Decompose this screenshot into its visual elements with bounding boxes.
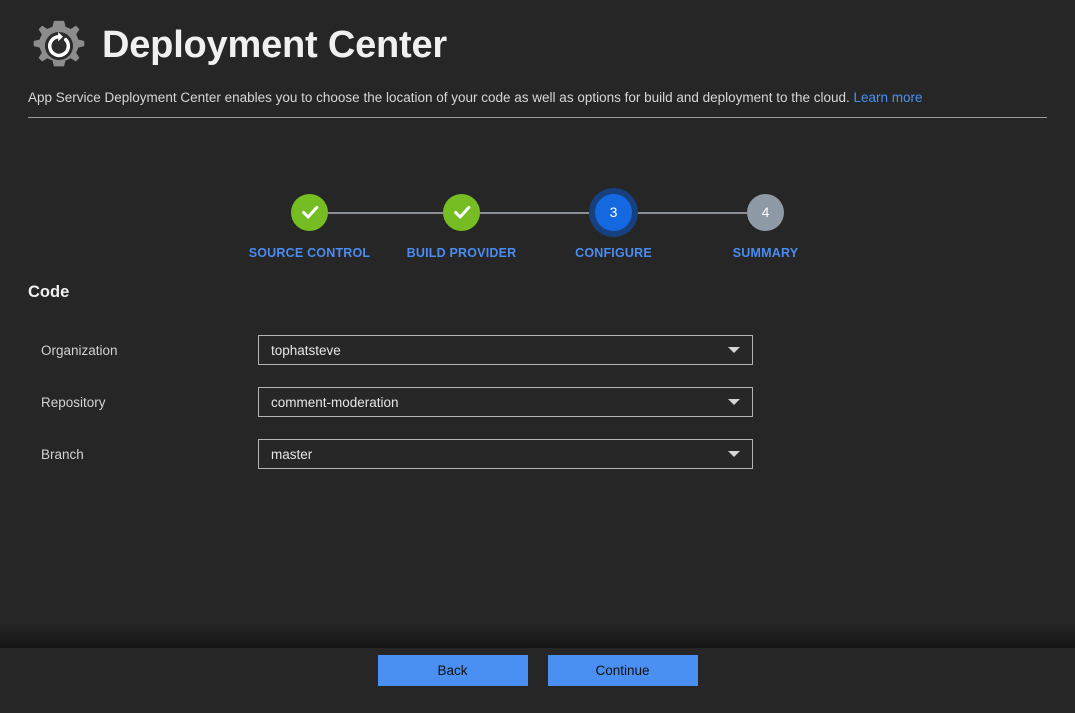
label-organization: Organization bbox=[41, 342, 118, 358]
wizard-stepper: SOURCE CONTROL BUILD PROVIDER 3 CONFIGUR… bbox=[234, 188, 842, 260]
step-bubble-row: 3 bbox=[537, 188, 690, 236]
continue-button[interactable]: Continue bbox=[547, 655, 698, 686]
step-label-configure[interactable]: CONFIGURE bbox=[575, 246, 652, 260]
step-source-control[interactable]: SOURCE CONTROL bbox=[234, 188, 386, 260]
page-title: Deployment Center bbox=[102, 24, 448, 66]
chevron-down-icon bbox=[728, 399, 740, 405]
chevron-down-icon bbox=[728, 347, 740, 353]
form-row-repository: Repository comment-moderation bbox=[0, 376, 1075, 428]
repository-select[interactable]: comment-moderation bbox=[258, 387, 753, 417]
step-label-source-control[interactable]: SOURCE CONTROL bbox=[249, 246, 371, 260]
form-row-branch: Branch master bbox=[0, 428, 1075, 480]
wizard-stepper-wrap: SOURCE CONTROL BUILD PROVIDER 3 CONFIGUR… bbox=[0, 188, 1075, 260]
step-bubble-row: 4 bbox=[689, 188, 842, 236]
learn-more-link[interactable]: Learn more bbox=[854, 90, 923, 105]
step-label-summary[interactable]: SUMMARY bbox=[733, 246, 799, 260]
step-bubble-pending[interactable]: 4 bbox=[747, 193, 784, 231]
step-connector-left bbox=[689, 212, 749, 214]
wizard-footer: Back Continue bbox=[0, 648, 1075, 713]
step-connector-left bbox=[385, 212, 445, 214]
step-connector-right bbox=[630, 212, 690, 214]
step-bubble-row bbox=[234, 188, 386, 236]
check-icon bbox=[301, 205, 318, 219]
step-configure[interactable]: 3 CONFIGURE bbox=[537, 188, 690, 260]
subtitle-text: App Service Deployment Center enables yo… bbox=[28, 90, 850, 105]
organization-select-value: tophatsteve bbox=[271, 342, 341, 358]
page-subtitle: App Service Deployment Center enables yo… bbox=[28, 90, 1047, 106]
label-repository: Repository bbox=[41, 394, 106, 410]
step-bubble-active[interactable]: 3 bbox=[595, 193, 632, 231]
step-connector-right bbox=[478, 212, 538, 214]
branch-select[interactable]: master bbox=[258, 439, 753, 469]
branch-select-value: master bbox=[271, 446, 313, 462]
label-branch: Branch bbox=[41, 446, 84, 462]
page-header: Deployment Center App Service Deployment… bbox=[0, 0, 1075, 118]
step-connector-right bbox=[326, 212, 386, 214]
organization-select[interactable]: tophatsteve bbox=[258, 335, 753, 365]
repository-select-value: comment-moderation bbox=[271, 394, 399, 410]
header-divider bbox=[28, 117, 1047, 118]
chevron-down-icon bbox=[728, 451, 740, 457]
configure-form: Organization tophatsteve Repository comm… bbox=[0, 324, 1075, 480]
step-summary[interactable]: 4 SUMMARY bbox=[689, 188, 842, 260]
footer-shadow bbox=[0, 622, 1075, 648]
step-label-build-provider[interactable]: BUILD PROVIDER bbox=[407, 246, 517, 260]
check-icon bbox=[453, 205, 470, 219]
step-number: 4 bbox=[761, 204, 770, 220]
back-button[interactable]: Back bbox=[377, 655, 528, 686]
section-title-code: Code bbox=[28, 283, 70, 301]
form-row-organization: Organization tophatsteve bbox=[0, 324, 1075, 376]
step-bubble-done[interactable] bbox=[443, 193, 480, 231]
step-bubble-done[interactable] bbox=[291, 193, 328, 231]
step-connector-left bbox=[537, 212, 597, 214]
title-row: Deployment Center bbox=[28, 12, 1047, 78]
step-number: 3 bbox=[609, 204, 618, 220]
step-bubble-row bbox=[385, 188, 538, 236]
deployment-gear-icon bbox=[28, 15, 90, 77]
step-build-provider[interactable]: BUILD PROVIDER bbox=[385, 188, 538, 260]
